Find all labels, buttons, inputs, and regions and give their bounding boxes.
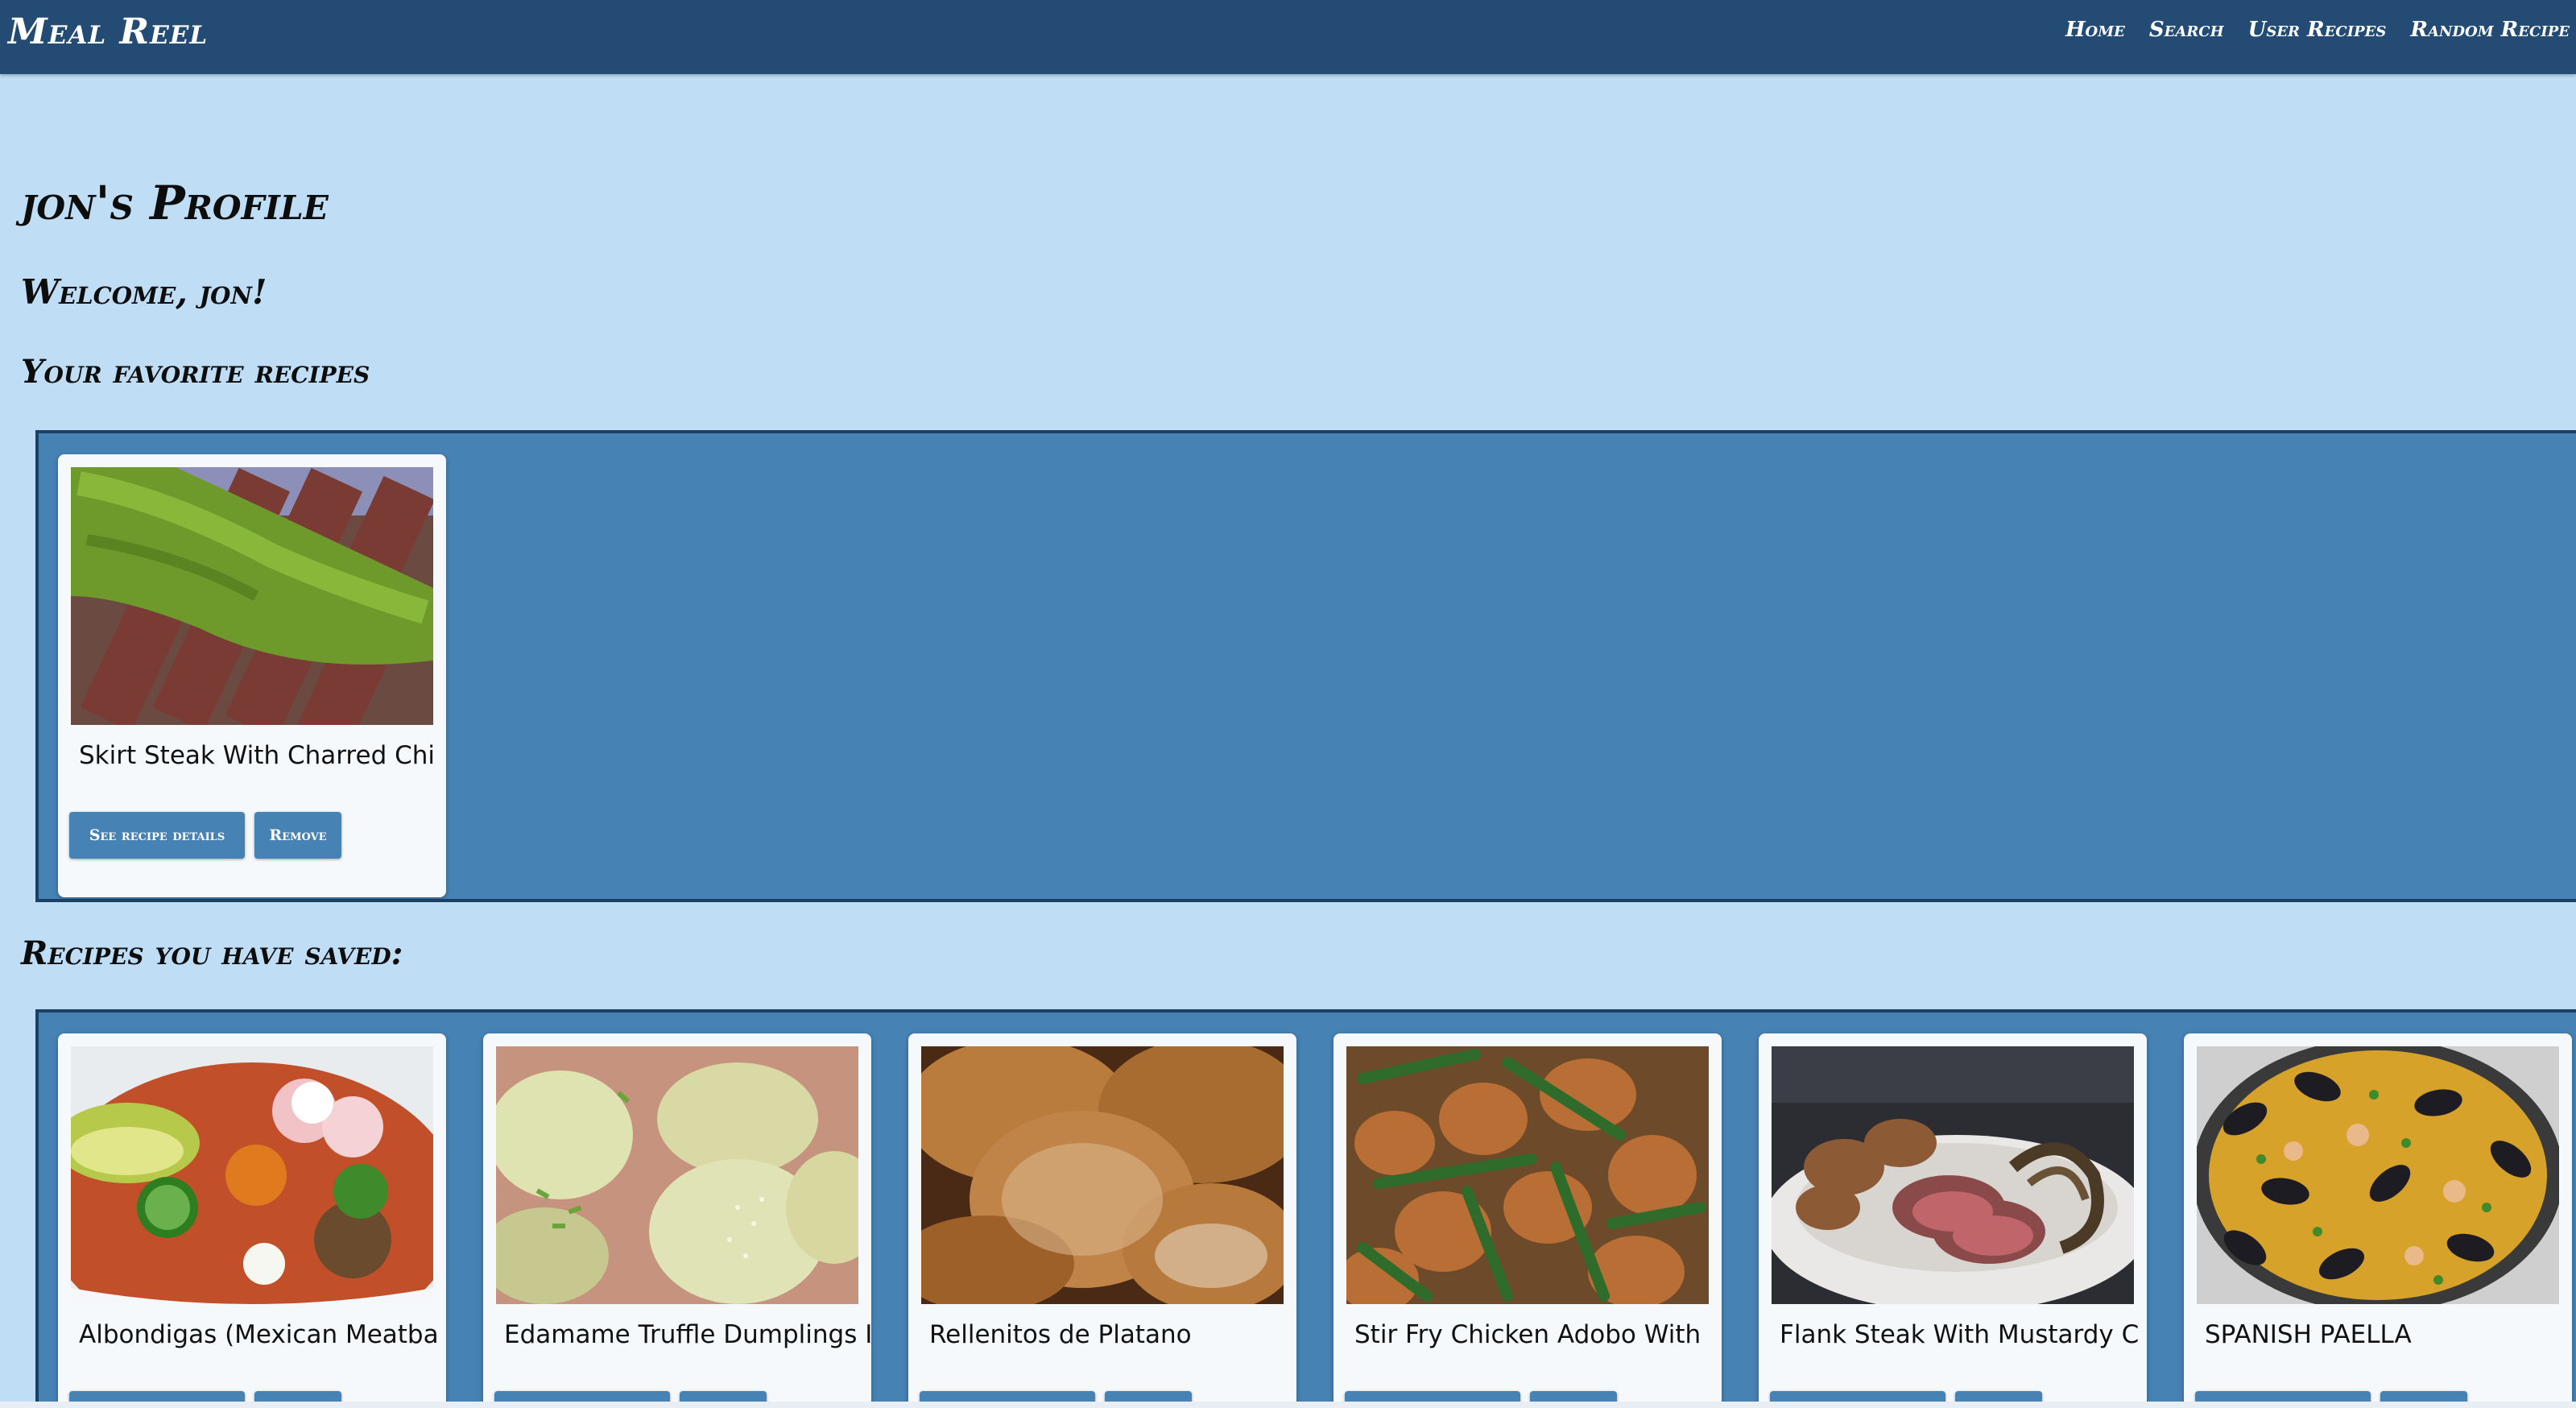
favorites-heading: Your favorite recipes: [21, 353, 370, 391]
remove-button[interactable]: Remove: [254, 812, 341, 859]
recipe-title: Skirt Steak With Charred Chi: [79, 741, 436, 770]
brand-logo[interactable]: Meal Reel: [8, 11, 208, 52]
recipe-title: Flank Steak With Mustardy C: [1780, 1320, 2140, 1349]
see-recipe-details-button[interactable]: See recipe details: [69, 812, 245, 859]
nav-link-home[interactable]: Home: [2065, 18, 2125, 42]
saved-heading: Recipes you have saved:: [21, 934, 403, 972]
nav-link-search[interactable]: Search: [2149, 18, 2224, 42]
recipe-card: Albondigas (Mexican Meatba See recipe de…: [58, 1033, 446, 1405]
recipe-card: Rellenitos de Platano See recipe details…: [908, 1033, 1296, 1405]
recipe-title: Edamame Truffle Dumplings I: [504, 1320, 871, 1349]
profile-title: jon's Profile: [21, 176, 329, 230]
recipe-title: SPANISH PAELLA: [2205, 1320, 2412, 1349]
page-bottom-edge: [0, 1402, 2576, 1408]
favorites-panel: Skirt Steak With Charred Chi See recipe …: [35, 430, 2576, 902]
recipe-image: [71, 467, 433, 725]
welcome-message: Welcome, jon!: [21, 272, 267, 312]
recipe-title: Albondigas (Mexican Meatba: [79, 1320, 439, 1349]
recipe-image: [71, 1046, 433, 1304]
recipe-card: SPANISH PAELLA See recipe details Remove: [2184, 1033, 2572, 1405]
recipe-card: Skirt Steak With Charred Chi See recipe …: [58, 454, 446, 897]
nav-link-user-recipes[interactable]: User Recipes: [2248, 18, 2387, 42]
recipe-card: Stir Fry Chicken Adobo With See recipe d…: [1333, 1033, 1722, 1405]
recipe-image: [921, 1046, 1284, 1304]
recipe-title: Stir Fry Chicken Adobo With: [1354, 1320, 1701, 1349]
recipe-title: Rellenitos de Platano: [929, 1320, 1192, 1349]
recipe-card: Edamame Truffle Dumplings I See recipe d…: [483, 1033, 871, 1405]
recipe-image: [1346, 1046, 1709, 1304]
top-navbar: Meal Reel Home Search User Recipes Rando…: [0, 0, 2576, 74]
nav-links: Home Search User Recipes Random Recipe: [2065, 18, 2570, 42]
recipe-image: [1772, 1046, 2134, 1304]
recipe-image: [2197, 1046, 2559, 1304]
recipe-card: Flank Steak With Mustardy C See recipe d…: [1759, 1033, 2147, 1405]
recipe-image: [496, 1046, 858, 1304]
nav-link-random-recipe[interactable]: Random Recipe: [2410, 18, 2570, 42]
saved-recipes-panel: Albondigas (Mexican Meatba See recipe de…: [35, 1009, 2576, 1408]
